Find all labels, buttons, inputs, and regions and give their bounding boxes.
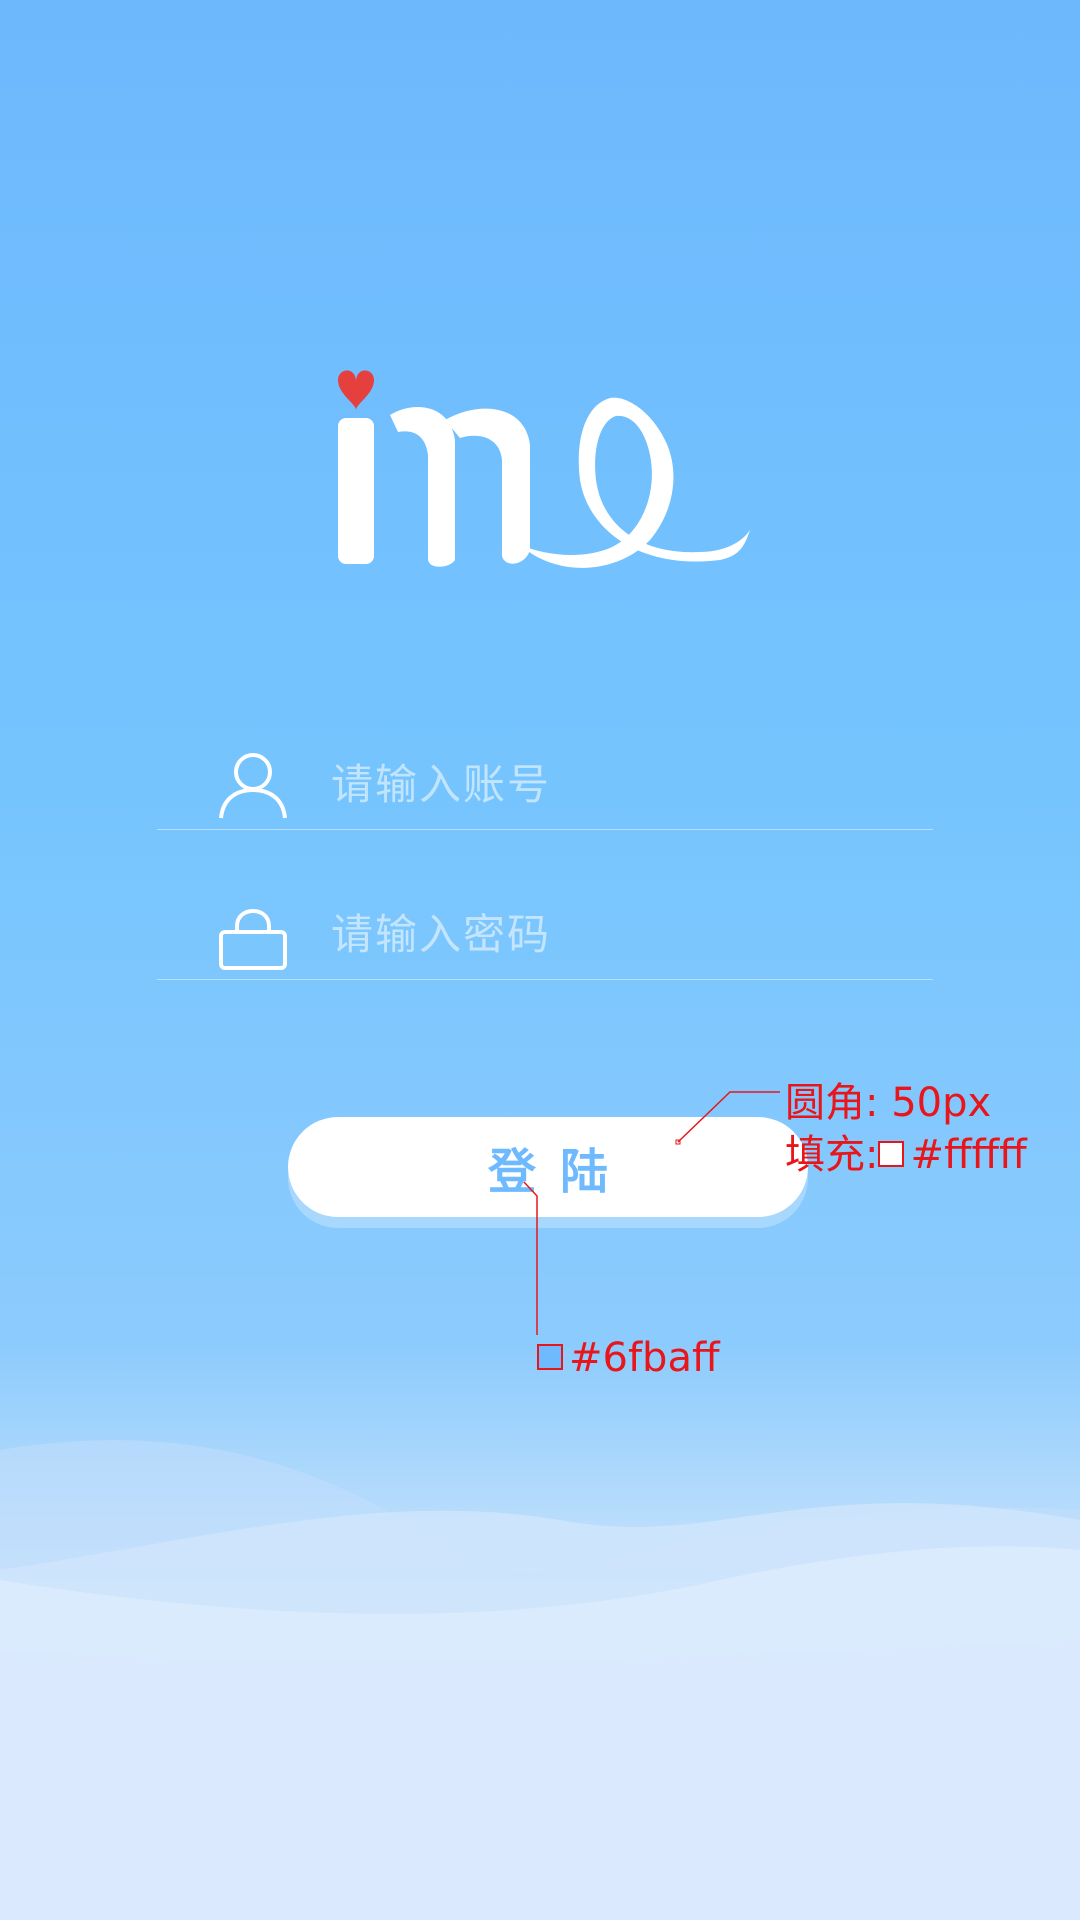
white-swatch [878, 1141, 905, 1167]
password-input[interactable] [329, 898, 913, 970]
text-color-value: #6fbaff [569, 1335, 720, 1381]
wave-background [0, 1440, 1080, 1920]
app-logo [338, 370, 750, 568]
username-input[interactable] [329, 748, 913, 820]
login-button[interactable]: 登陆 [288, 1117, 808, 1217]
username-underline [157, 829, 933, 830]
blue-swatch [537, 1344, 563, 1370]
fill-value: #ffffff [910, 1132, 1027, 1178]
fill-label: 填充: [785, 1132, 879, 1178]
user-icon [219, 753, 287, 819]
radius-annotation: 圆角: 50px [785, 1080, 992, 1126]
lock-icon [219, 909, 287, 970]
heart-icon [338, 370, 374, 410]
password-underline [157, 979, 933, 980]
login-screen: 登陆 圆角: 50px 填充: #ffffff #6fbaff [0, 0, 1080, 1920]
password-field [157, 880, 933, 980]
username-field [157, 730, 933, 830]
fill-annotation: 填充: #ffffff [785, 1122, 1027, 1180]
text-color-annotation: #6fbaff [537, 1335, 720, 1381]
